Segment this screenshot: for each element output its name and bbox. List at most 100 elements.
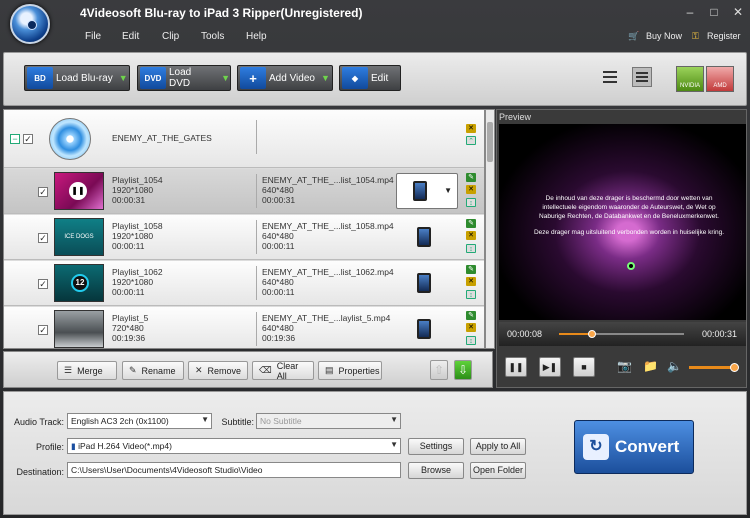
video-thumbnail: ❚❚ [54, 172, 104, 210]
collapse-up-icon[interactable]: ⌃ [466, 136, 476, 145]
scrollbar-thumb[interactable] [487, 122, 493, 162]
close-icon[interactable]: ✕ [466, 231, 476, 240]
window-title: 4Videosoft Blu-ray to iPad 3 Ripper(Unre… [80, 6, 363, 20]
move-icon[interactable]: ↕ [466, 290, 476, 299]
list-item[interactable]: ✓ ICE DOGS Playlist_1058 1920*1080 00:00:1… [4, 215, 484, 260]
menu-tools[interactable]: Tools [201, 31, 224, 42]
dropdown-arrow-icon[interactable]: ▼ [119, 73, 128, 83]
video-display: De inhoud van deze drager is beschermd d… [499, 124, 746, 320]
divider [256, 174, 257, 208]
add-video-button[interactable]: + Add Video ▼ [237, 65, 333, 91]
load-bluray-button[interactable]: BD Load Blu-ray ▼ [24, 65, 130, 91]
browse-button[interactable]: Browse [408, 462, 464, 479]
properties-button[interactable]: ▤ Properties [318, 361, 382, 380]
edit-button[interactable]: ◆ Edit [339, 65, 401, 91]
total-time: 00:00:31 [702, 329, 738, 339]
menu-clip[interactable]: Clip [162, 31, 179, 42]
menu-file[interactable]: File [85, 31, 101, 42]
pause-icon[interactable]: ❚❚ [69, 182, 87, 200]
ipad-icon [413, 181, 427, 201]
add-video-icon: + [240, 67, 266, 89]
cursor-icon [627, 262, 635, 270]
subtitle-select[interactable]: No Subtitle ▼ [256, 413, 401, 429]
output-duration: 00:19:36 [262, 333, 296, 343]
remove-button[interactable]: ✕ Remove [188, 361, 248, 380]
output-name: ENEMY_AT_THE_...list_1062.mp4 [262, 267, 394, 277]
load-dvd-button[interactable]: DVD Load DVD ▼ [137, 65, 231, 91]
open-folder-button[interactable]: Open Folder [470, 462, 526, 479]
item-checkbox[interactable]: ✓ [38, 233, 48, 243]
step-forward-button[interactable]: ▶❚ [539, 357, 561, 377]
volume-icon[interactable]: 🔈 [667, 359, 682, 373]
source-duration: 00:19:36 [112, 333, 146, 343]
camera-icon[interactable]: 📷 [617, 359, 632, 373]
item-checkbox[interactable]: ✓ [38, 187, 48, 197]
list-item[interactable]: ✓ 12 Playlist_1062 1920*1080 00:00:11 ENEM… [4, 261, 484, 306]
ipad-icon[interactable] [417, 273, 431, 293]
close-icon[interactable]: ✕ [466, 124, 476, 133]
video-thumbnail: ICE DOGS [54, 218, 104, 256]
buy-now-link[interactable]: Buy Now [646, 31, 682, 41]
source-resolution: 1920*1080 [112, 277, 154, 287]
divider [256, 312, 257, 346]
seek-handle[interactable] [587, 330, 596, 338]
list-view-icon[interactable] [600, 67, 620, 87]
rename-button[interactable]: ✎ Rename [122, 361, 184, 380]
clear-all-button[interactable]: ⌫ Clear All [252, 361, 314, 381]
list-scrollbar[interactable] [485, 109, 495, 349]
ipad-icon[interactable] [417, 319, 431, 339]
merge-button[interactable]: ☰ Merge [57, 361, 117, 380]
edit-icon[interactable]: ✎ [466, 265, 476, 274]
dropdown-arrow-icon[interactable]: ▼ [321, 73, 330, 83]
minimize-button[interactable]: – [680, 5, 700, 19]
device-dropdown[interactable]: ▼ [396, 173, 458, 209]
stop-button[interactable]: ■ [573, 357, 595, 377]
audio-track-select[interactable]: English AC3 2ch (0x1100) ▼ [67, 413, 212, 429]
profile-select[interactable]: ▮ iPad H.264 Video(*.mp4) ▼ [67, 438, 401, 454]
properties-icon: ▤ [325, 365, 334, 375]
edit-icon[interactable]: ✎ [466, 311, 476, 320]
edit-icon[interactable]: ✎ [466, 173, 476, 182]
output-resolution: 640*480 [262, 323, 294, 333]
close-icon[interactable]: ✕ [466, 277, 476, 286]
move-up-button[interactable]: ⇧ [430, 360, 448, 380]
ipad-icon[interactable] [417, 227, 431, 247]
disc-row[interactable]: − ✓ ENEMY_AT_THE_GATES ✕ ⌃ [4, 110, 484, 168]
maximize-button[interactable]: □ [704, 5, 724, 19]
source-name: Playlist_1062 [112, 267, 163, 277]
disc-checkbox[interactable]: ✓ [23, 134, 33, 144]
close-icon[interactable]: ✕ [466, 185, 476, 194]
move-down-button[interactable]: ⇩ [454, 360, 472, 380]
detail-view-icon[interactable] [632, 67, 652, 87]
seek-slider[interactable] [559, 330, 684, 338]
move-icon[interactable]: ↕ [466, 244, 476, 253]
list-item[interactable]: ✓ Playlist_5 720*480 00:19:36 ENEMY_AT_THE… [4, 307, 484, 348]
close-button[interactable]: ✕ [728, 5, 748, 19]
move-icon[interactable]: ↕ [466, 336, 476, 345]
item-checkbox[interactable]: ✓ [38, 325, 48, 335]
settings-button[interactable]: Settings [408, 438, 464, 455]
menu-help[interactable]: Help [246, 31, 267, 42]
output-name: ENEMY_AT_THE_...laylist_5.mp4 [262, 313, 391, 323]
nvidia-badge: NVIDIA [676, 66, 704, 92]
volume-handle[interactable] [730, 363, 739, 372]
close-icon[interactable]: ✕ [466, 323, 476, 332]
dropdown-arrow-icon[interactable]: ▼ [221, 73, 230, 83]
video-thumbnail [54, 310, 104, 348]
folder-icon[interactable]: 📁 [643, 359, 658, 373]
pause-button[interactable]: ❚❚ [505, 357, 527, 377]
list-item[interactable]: ✓ ❚❚ Playlist_1054 1920*1080 00:00:31 ENEM… [4, 169, 484, 214]
profile-label: Profile: [35, 442, 64, 452]
load-dvd-label: Load DVD [168, 67, 192, 89]
move-icon[interactable]: ↕ [466, 198, 476, 207]
collapse-icon[interactable]: − [10, 134, 20, 144]
item-checkbox[interactable]: ✓ [38, 279, 48, 289]
convert-button[interactable]: ↻ Convert [574, 420, 694, 474]
apply-to-all-button[interactable]: Apply to All [470, 438, 526, 455]
destination-input[interactable]: C:\Users\User\Documents\4Videosoft Studi… [67, 462, 401, 478]
edit-icon[interactable]: ✎ [466, 219, 476, 228]
chevron-down-icon: ▼ [390, 440, 398, 449]
volume-slider[interactable] [689, 363, 739, 372]
register-link[interactable]: Register [707, 31, 741, 41]
menu-edit[interactable]: Edit [122, 31, 139, 42]
